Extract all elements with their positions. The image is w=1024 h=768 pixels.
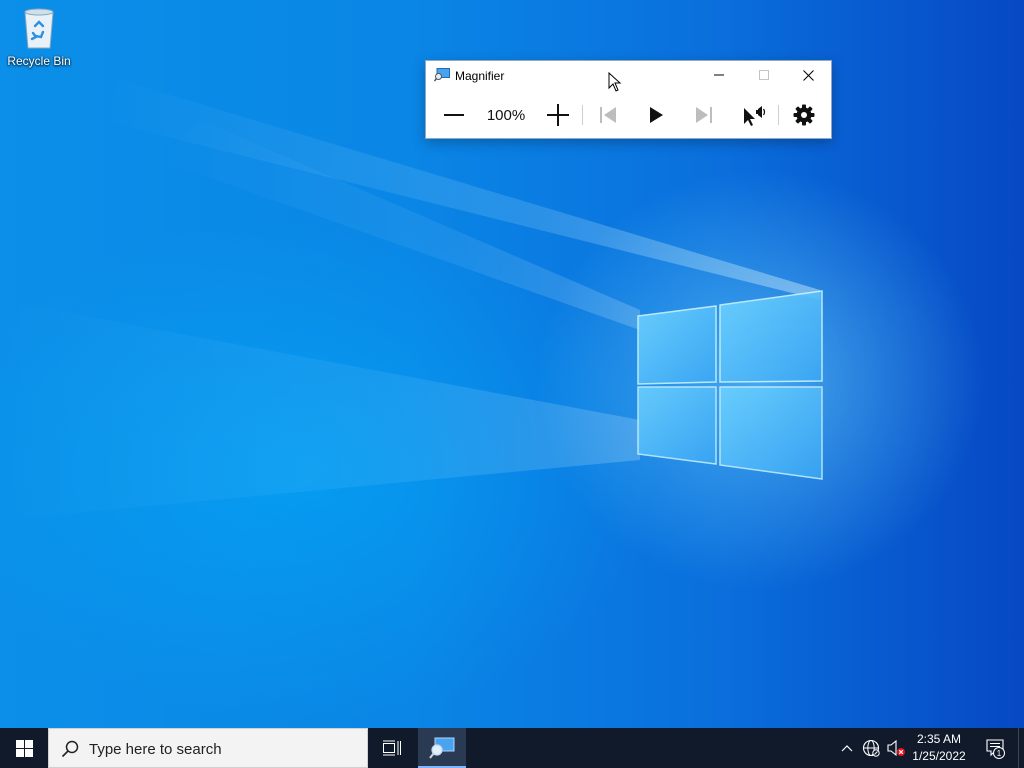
maximize-button bbox=[741, 61, 786, 89]
magnifier-window[interactable]: Magnifier 100% bbox=[425, 60, 832, 139]
zoom-in-icon bbox=[547, 104, 569, 126]
volume-muted-icon bbox=[887, 739, 905, 757]
toolbar-divider bbox=[582, 105, 583, 125]
play-button[interactable] bbox=[642, 91, 670, 139]
desktop-icon-recycle-bin[interactable]: Recycle Bin bbox=[6, 6, 72, 76]
network-button[interactable] bbox=[860, 728, 882, 768]
close-icon bbox=[803, 69, 814, 81]
minimize-button[interactable] bbox=[696, 61, 741, 89]
zoom-level: 100% bbox=[486, 106, 526, 124]
show-hidden-icons-button[interactable] bbox=[836, 728, 858, 768]
maximize-icon bbox=[758, 70, 769, 80]
previous-icon bbox=[600, 107, 616, 123]
taskbar-search-box[interactable]: Type here to search bbox=[48, 728, 368, 768]
window-title: Magnifier bbox=[455, 69, 505, 83]
notification-count-badge: 1 bbox=[993, 747, 1005, 759]
play-icon bbox=[650, 107, 663, 123]
volume-button[interactable] bbox=[884, 728, 908, 768]
search-icon bbox=[61, 740, 79, 758]
zoom-out-button[interactable] bbox=[436, 91, 472, 139]
magnifier-app-icon bbox=[434, 68, 450, 82]
taskbar-app-magnifier[interactable] bbox=[418, 728, 466, 768]
show-desktop-button[interactable] bbox=[1018, 728, 1024, 768]
taskbar: Type here to search 2:35 AM 1/25/2022 bbox=[0, 728, 1024, 768]
gear-icon bbox=[793, 104, 815, 126]
settings-button[interactable] bbox=[790, 91, 818, 139]
previous-button bbox=[594, 91, 622, 139]
magnifier-app-icon bbox=[429, 737, 455, 759]
toolbar-divider bbox=[778, 105, 779, 125]
recycle-bin-icon bbox=[24, 8, 54, 49]
notification-count: 1 bbox=[997, 749, 1002, 758]
network-globe-icon bbox=[862, 739, 880, 757]
next-button bbox=[690, 91, 718, 139]
start-button[interactable] bbox=[0, 728, 48, 768]
windows-start-icon bbox=[15, 739, 33, 757]
magnifier-toolbar: 100% bbox=[426, 91, 831, 139]
chevron-up-icon bbox=[841, 745, 853, 752]
read-from-here-button[interactable] bbox=[738, 91, 770, 139]
next-icon bbox=[696, 107, 712, 123]
recycle-bin-label: Recycle Bin bbox=[7, 54, 71, 68]
close-button[interactable] bbox=[786, 61, 831, 89]
task-view-icon bbox=[383, 740, 401, 756]
minimize-icon bbox=[713, 74, 724, 76]
mouse-cursor-icon bbox=[608, 72, 622, 92]
zoom-out-icon bbox=[444, 114, 464, 116]
read-from-here-icon bbox=[744, 106, 766, 126]
clock-time: 2:35 AM bbox=[916, 732, 962, 746]
zoom-in-button[interactable] bbox=[540, 91, 576, 139]
task-view-button[interactable] bbox=[368, 728, 416, 768]
search-placeholder: Type here to search bbox=[89, 741, 222, 758]
magnifier-titlebar[interactable]: Magnifier bbox=[426, 61, 831, 91]
windows-wallpaper-logo bbox=[637, 290, 823, 480]
taskbar-clock[interactable]: 2:35 AM 1/25/2022 bbox=[908, 728, 970, 768]
clock-date: 1/25/2022 bbox=[912, 749, 966, 763]
